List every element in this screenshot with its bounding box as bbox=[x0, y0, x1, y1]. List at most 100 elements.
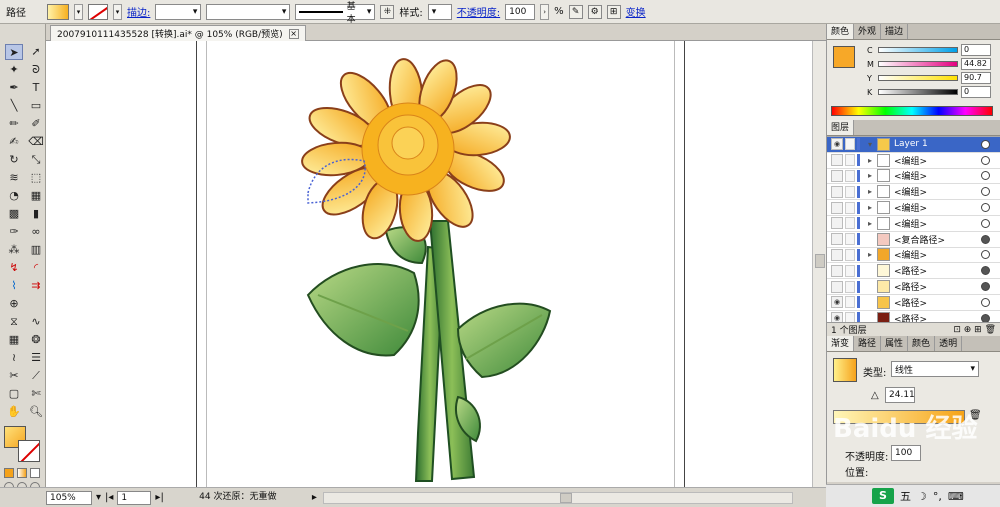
chevron-down-icon[interactable]: ▾ bbox=[96, 492, 101, 503]
layer-row[interactable]: ▸ <编组> bbox=[827, 169, 1000, 185]
magenta-input[interactable]: 44.82 bbox=[961, 58, 991, 70]
moon-icon[interactable]: ☽ bbox=[917, 490, 927, 503]
chevron-right-icon[interactable]: ▸ bbox=[868, 187, 877, 196]
free-transform-tool-icon[interactable]: ⬚ bbox=[27, 170, 45, 186]
grid-tool-icon[interactable]: ▦ bbox=[5, 332, 23, 348]
ime-mode-label[interactable]: 五 bbox=[900, 488, 911, 504]
layer-row[interactable]: ◉ <路径> bbox=[827, 311, 1000, 322]
layer-row[interactable]: <复合路径> bbox=[827, 232, 1000, 248]
chevron-right-icon[interactable]: ▸ bbox=[868, 219, 877, 228]
target-icon[interactable] bbox=[981, 171, 990, 181]
lasso-tool-icon[interactable]: ᘐ bbox=[27, 62, 45, 78]
column-graph-tool-icon[interactable]: ▥ bbox=[27, 242, 45, 258]
tab-pathfinder[interactable]: 路径 bbox=[854, 336, 882, 351]
magenta-slider[interactable] bbox=[878, 61, 958, 67]
layer-row[interactable]: <路径> bbox=[827, 263, 1000, 280]
tab-stroke[interactable]: 描边 bbox=[881, 24, 909, 39]
lock-toggle[interactable] bbox=[845, 264, 855, 277]
cyan-input[interactable]: 0 bbox=[961, 44, 991, 56]
eyedropper-tool-icon[interactable]: ✑ bbox=[5, 224, 23, 240]
brush-definition-icon[interactable]: ⁜ bbox=[380, 4, 395, 19]
cyan-slider[interactable] bbox=[878, 47, 958, 53]
eraser-tool-icon[interactable]: ⌫ bbox=[27, 134, 45, 150]
yellow-input[interactable]: 90.7 bbox=[961, 72, 991, 84]
close-icon[interactable]: × bbox=[288, 28, 299, 39]
first-artboard-icon[interactable]: |◂ bbox=[105, 492, 113, 503]
eye-icon[interactable] bbox=[831, 169, 843, 182]
warp-tool-icon[interactable]: ≋ bbox=[5, 170, 23, 186]
target-icon[interactable] bbox=[981, 266, 990, 276]
stroke-dropdown-arrow[interactable]: ▾ bbox=[113, 3, 122, 20]
lock-toggle[interactable] bbox=[845, 312, 855, 322]
transform-link[interactable]: 变换 bbox=[626, 4, 646, 19]
pencil-tool-icon[interactable]: ✐ bbox=[27, 116, 45, 132]
gradient-tool-icon[interactable]: ▮ bbox=[27, 206, 45, 222]
gradient-opacity-input[interactable]: 100 bbox=[891, 445, 921, 461]
opacity-link[interactable]: 不透明度: bbox=[457, 4, 500, 19]
target-icon[interactable] bbox=[981, 203, 990, 213]
pen-tool-icon[interactable]: ✒ bbox=[5, 80, 23, 96]
black-slider[interactable] bbox=[878, 89, 958, 95]
artboard-tool-icon[interactable]: ▢ bbox=[5, 386, 23, 402]
eye-icon[interactable] bbox=[831, 248, 843, 261]
gradient-mode-button[interactable] bbox=[17, 468, 27, 478]
chevron-right-icon[interactable]: ▸ bbox=[868, 156, 877, 165]
twirl-tool-icon[interactable]: ❂ bbox=[27, 332, 45, 348]
opacity-dropdown-arrow[interactable]: › bbox=[540, 3, 550, 20]
stroke-link[interactable]: 描边: bbox=[127, 4, 150, 19]
paintbrush-tool-icon[interactable]: ✏ bbox=[5, 116, 23, 132]
angle-input[interactable]: 24.11 bbox=[885, 387, 915, 403]
target-icon[interactable] bbox=[981, 187, 990, 197]
arc-tool-icon[interactable]: ◜ bbox=[27, 260, 45, 276]
extend-tool-icon[interactable]: ⇉ bbox=[27, 278, 45, 294]
graphic-style-dropdown[interactable]: ▾ bbox=[427, 3, 452, 20]
opacity-input[interactable]: 100 bbox=[505, 3, 536, 20]
layer-row[interactable]: ▸ <编组> bbox=[827, 248, 1000, 264]
chrysanthemum-artwork[interactable] bbox=[46, 41, 826, 487]
crosshair-tool-icon[interactable]: ⊕ bbox=[5, 296, 23, 312]
document-tab[interactable]: 2007910111435528 [转换].ai* @ 105% (RGB/预览… bbox=[50, 25, 306, 41]
scrollbar-thumb[interactable] bbox=[815, 254, 825, 268]
black-input[interactable]: 0 bbox=[961, 86, 991, 98]
status-menu-icon[interactable]: ▸ bbox=[312, 492, 317, 503]
blend-tool-icon[interactable]: ∞ bbox=[27, 224, 45, 240]
keyboard-icon[interactable]: ⌨ bbox=[948, 490, 964, 503]
target-icon[interactable] bbox=[981, 250, 990, 260]
eye-icon[interactable] bbox=[831, 264, 843, 277]
chevron-right-icon[interactable]: ▸ bbox=[868, 203, 877, 212]
blob-brush-tool-icon[interactable]: ✍ bbox=[5, 134, 23, 150]
lock-toggle[interactable] bbox=[845, 248, 855, 261]
tab-attributes[interactable]: 属性 bbox=[881, 336, 909, 351]
line-style-dropdown[interactable]: 基本 ▾ bbox=[295, 2, 376, 25]
symbol-sprayer-tool-icon[interactable]: ⁂ bbox=[5, 242, 23, 258]
variable-width-field[interactable]: ▾ bbox=[206, 3, 291, 20]
layer-row[interactable]: ▸ <编组> bbox=[827, 153, 1000, 169]
color-mode-button[interactable] bbox=[4, 468, 14, 478]
layer-row[interactable]: ▸ <编组> bbox=[827, 216, 1000, 232]
eye-icon[interactable]: ◉ bbox=[831, 138, 843, 151]
chevron-right-icon[interactable]: ▸ bbox=[868, 171, 877, 180]
rotate-tool-icon[interactable]: ↻ bbox=[5, 152, 23, 168]
layer-row[interactable]: ▸ <编组> bbox=[827, 184, 1000, 201]
scissors-tool-icon[interactable]: ✄ bbox=[27, 386, 45, 402]
fill-swatch-button[interactable] bbox=[47, 3, 69, 20]
zoom-field[interactable]: 105% bbox=[46, 490, 92, 505]
gear-icon[interactable]: ⚙ bbox=[587, 4, 602, 19]
current-color-chip[interactable] bbox=[833, 46, 855, 68]
tab-color[interactable]: 颜色 bbox=[827, 24, 855, 39]
artboard-field[interactable]: 1 bbox=[117, 490, 152, 505]
tab-appearance[interactable]: 外观 bbox=[854, 24, 882, 39]
tab-layers[interactable]: 图层 bbox=[827, 120, 855, 135]
target-icon[interactable] bbox=[981, 313, 990, 322]
target-icon[interactable] bbox=[981, 282, 990, 292]
eye-icon[interactable] bbox=[831, 185, 843, 198]
hand-tool-icon[interactable]: ✋ bbox=[5, 404, 23, 420]
layer-row[interactable]: ◉ ▾ Layer 1 bbox=[827, 137, 1000, 153]
eye-icon[interactable]: ◉ bbox=[831, 312, 843, 322]
scrollbar-thumb[interactable] bbox=[559, 492, 572, 503]
ime-logo-icon[interactable]: S bbox=[872, 488, 894, 504]
tab-gradient[interactable]: 渐变 bbox=[827, 336, 855, 351]
list-tool-icon[interactable]: ☰ bbox=[27, 350, 45, 366]
perspective-grid-tool-icon[interactable]: ▦ bbox=[27, 188, 45, 204]
eye-icon[interactable]: ◉ bbox=[831, 296, 843, 309]
